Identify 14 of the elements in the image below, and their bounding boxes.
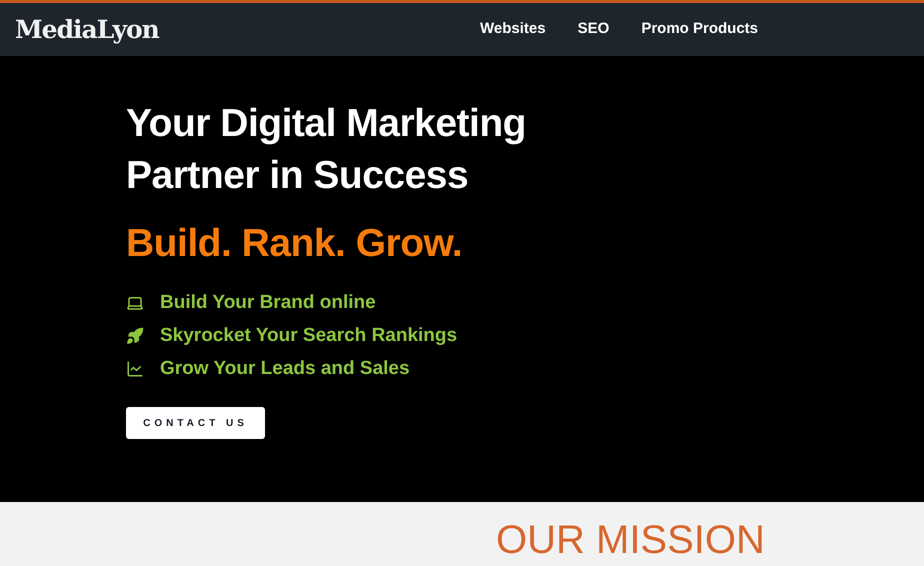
mission-title: OUR MISSION xyxy=(496,518,766,562)
rocket-icon xyxy=(126,327,144,345)
contact-button[interactable]: CONTACT US xyxy=(126,407,265,439)
feature-text: Grow Your Leads and Sales xyxy=(160,357,410,381)
nav-link[interactable]: SEO xyxy=(578,18,610,41)
laptop-icon xyxy=(126,294,144,312)
nav-link[interactable]: Promo Products xyxy=(641,18,758,41)
feature-text: Build Your Brand online xyxy=(160,291,376,315)
hero-headline: Your Digital Marketing Partner in Success xyxy=(126,101,527,199)
feature-text: Skyrocket Your Search Rankings xyxy=(160,324,458,348)
logo[interactable]: MediaLyon xyxy=(15,10,159,48)
chart-icon xyxy=(126,360,144,378)
nav-link[interactable]: Websites xyxy=(480,18,546,41)
hero-tagline: Build. Rank. Grow. xyxy=(126,221,464,267)
